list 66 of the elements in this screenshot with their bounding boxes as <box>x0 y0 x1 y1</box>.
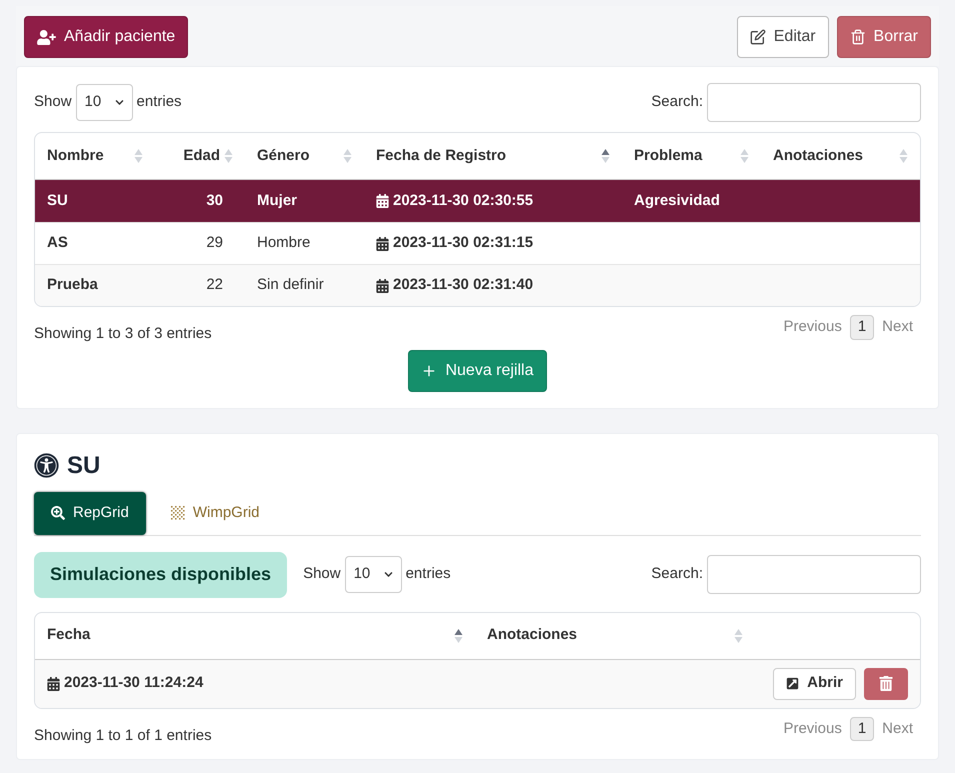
trash-icon <box>879 676 893 691</box>
delete-button[interactable]: Borrar <box>836 16 931 58</box>
page-button[interactable]: 1 <box>850 315 874 340</box>
table-cell-text: Mujer <box>257 190 298 211</box>
table-info: Showing 1 to 3 of 3 entries <box>34 324 212 344</box>
table-row[interactable]: Prueba 22 Sin definir 2023-11-30 02:31:40 <box>35 264 920 306</box>
column-header[interactable]: Fecha de Registro <box>364 144 622 168</box>
column-header[interactable]: Género <box>245 144 364 168</box>
column-header[interactable]: Fecha <box>35 624 475 647</box>
table-info: Showing 1 to 1 of 1 entries <box>34 726 212 746</box>
previous-link[interactable]: Previous <box>783 718 842 740</box>
show-label: Show <box>303 564 341 584</box>
column-header[interactable]: Problema <box>622 144 761 168</box>
patient-title: SU <box>67 450 100 480</box>
column-header[interactable]: Anotaciones <box>761 144 920 168</box>
table-cell-text: SU <box>47 190 68 211</box>
chevron-icon <box>114 98 124 107</box>
chevron-icon <box>384 570 393 579</box>
open-icon <box>786 677 800 690</box>
delete-simulation-button[interactable] <box>864 668 908 700</box>
next-link[interactable]: Next <box>882 316 913 338</box>
table-cell-text: Agresividad <box>634 190 720 211</box>
page-button[interactable]: 1 <box>850 716 874 741</box>
calendar-icon <box>376 236 389 250</box>
table-cell-text: Prueba <box>47 275 98 296</box>
add-patient-button[interactable]: Añadir paciente <box>24 16 188 58</box>
table-cell-text: 30 <box>206 190 223 211</box>
entries-select[interactable]: 10 <box>76 84 133 121</box>
column-header[interactable]: Anotaciones <box>475 624 755 647</box>
search-label: Search: <box>651 564 703 584</box>
entries-label: entries <box>406 564 451 584</box>
calendar-icon <box>376 194 389 208</box>
table-cell-text: 22 <box>206 275 223 296</box>
trash-icon <box>850 29 866 45</box>
entries-label: entries <box>136 92 182 112</box>
table-cell-text: 29 <box>206 233 223 254</box>
table-cell-text: 2023-11-30 02:30:55 <box>393 190 534 211</box>
table-row[interactable]: SU 30 Mujer 2023-11-30 02:30:55 Agresividad <box>35 180 920 222</box>
calendar-icon <box>47 676 60 690</box>
search-field[interactable] <box>707 555 921 594</box>
new-grid-button[interactable]: Nueva rejilla <box>408 350 547 392</box>
table-cell-text: AS <box>47 233 68 254</box>
column-header[interactable]: Nombre <box>35 144 155 168</box>
edit-button[interactable]: Editar <box>736 16 829 58</box>
search-label: Search: <box>651 92 703 112</box>
add-person-icon <box>37 30 56 44</box>
search-chart-icon <box>51 506 65 520</box>
table-cell-text: 2023-11-30 02:31:15 <box>393 233 534 254</box>
grid-tab[interactable]: RepGrid <box>34 492 146 534</box>
next-link[interactable]: Next <box>882 718 913 740</box>
grid-tab[interactable]: WimpGrid <box>154 492 277 534</box>
table-cell-text: 2023-11-30 02:31:40 <box>393 275 534 296</box>
calendar-icon <box>376 278 389 292</box>
entries-select[interactable]: 10 <box>344 556 402 593</box>
search-field[interactable] <box>707 83 921 122</box>
accessibility-icon <box>34 453 59 478</box>
show-label: Show <box>34 92 72 112</box>
grid-icon <box>170 506 185 520</box>
table-cell-text: 2023-11-30 11:24:24 <box>64 673 204 694</box>
simulations-badge: Simulaciones disponibles <box>34 552 288 598</box>
table-cell-text: Sin definir <box>257 275 324 296</box>
column-header[interactable]: Edad <box>155 144 245 168</box>
edit-icon <box>750 29 766 45</box>
table-cell-text: Hombre <box>257 233 310 254</box>
previous-link[interactable]: Previous <box>783 316 842 338</box>
open-button[interactable]: Abrir <box>773 668 856 700</box>
